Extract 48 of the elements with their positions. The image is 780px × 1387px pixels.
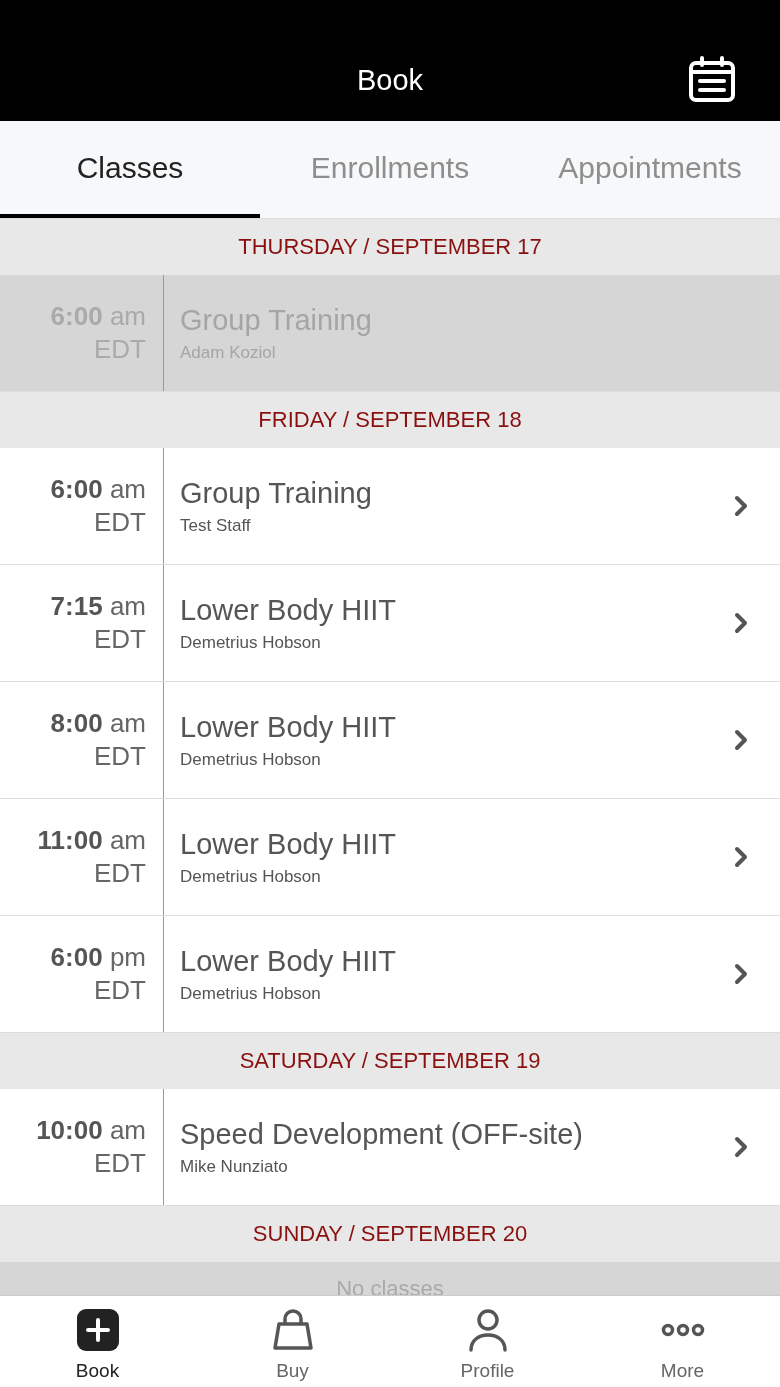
day-heading: SUNDAY / SEPTEMBER 20 bbox=[0, 1205, 780, 1262]
screen-title: Book bbox=[356, 64, 424, 97]
plus-icon bbox=[75, 1308, 120, 1352]
calendar-icon[interactable] bbox=[688, 56, 736, 102]
class-time: 7:15 am bbox=[50, 591, 146, 622]
class-name: Speed Development (OFF-site) bbox=[180, 1117, 583, 1151]
class-row[interactable]: 11:00 am EDT Lower Body HIIT Demetrius Hobson bbox=[0, 798, 780, 915]
staff-name: Mike Nunziato bbox=[180, 1156, 288, 1177]
time-zone: EDT bbox=[94, 507, 146, 538]
day-heading: SATURDAY / SEPTEMBER 19 bbox=[0, 1032, 780, 1089]
chevron-icon bbox=[734, 963, 748, 985]
time-zone: EDT bbox=[94, 858, 146, 889]
time-zone: EDT bbox=[94, 1148, 146, 1179]
class-name: Lower Body HIIT bbox=[180, 944, 396, 978]
staff-name: Test Staff bbox=[180, 515, 251, 536]
class-name: Lower Body HIIT bbox=[180, 710, 396, 744]
day-heading: FRIDAY / SEPTEMBER 18 bbox=[0, 391, 780, 448]
staff-name: Demetrius Hobson bbox=[180, 749, 321, 770]
chevron-icon bbox=[734, 846, 748, 868]
class-row[interactable]: 8:00 am EDT Lower Body HIIT Demetrius Hobson bbox=[0, 681, 780, 798]
class-time: 11:00 am bbox=[37, 825, 146, 856]
staff-name: Demetrius Hobson bbox=[180, 983, 321, 1004]
staff-name: Demetrius Hobson bbox=[180, 866, 321, 887]
class-name: Group Training bbox=[180, 476, 372, 510]
chevron-icon bbox=[734, 1136, 748, 1158]
time-zone: EDT bbox=[94, 741, 146, 772]
person-icon bbox=[466, 1308, 509, 1352]
bag-icon bbox=[271, 1308, 314, 1352]
class-time: 6:00 am bbox=[50, 474, 146, 505]
class-name: Lower Body HIIT bbox=[180, 593, 396, 627]
nav-tab[interactable]: More bbox=[585, 1296, 780, 1387]
chevron-icon bbox=[734, 612, 748, 634]
class-row[interactable]: 7:15 am EDT Lower Body HIIT Demetrius Hobson bbox=[0, 564, 780, 681]
class-time: 8:00 am bbox=[50, 708, 146, 739]
staff-name: Demetrius Hobson bbox=[180, 632, 321, 653]
time-zone: EDT bbox=[94, 975, 146, 1006]
more-icon bbox=[660, 1323, 705, 1337]
nav-tab[interactable]: Profile bbox=[390, 1296, 585, 1387]
nav-tab[interactable]: Book bbox=[0, 1296, 195, 1387]
nav-tab[interactable]: Buy bbox=[195, 1296, 390, 1387]
class-time: 10:00 am bbox=[36, 1115, 146, 1146]
class-row[interactable]: 6:00 pm EDT Lower Body HIIT Demetrius Hobson bbox=[0, 915, 780, 1032]
day-heading: THURSDAY / SEPTEMBER 17 bbox=[0, 218, 780, 275]
chevron-icon bbox=[734, 729, 748, 751]
time-zone: EDT bbox=[94, 624, 146, 655]
class-time: 6:00 pm bbox=[50, 942, 146, 973]
chevron-icon bbox=[734, 495, 748, 517]
class-name: Lower Body HIIT bbox=[180, 827, 396, 861]
